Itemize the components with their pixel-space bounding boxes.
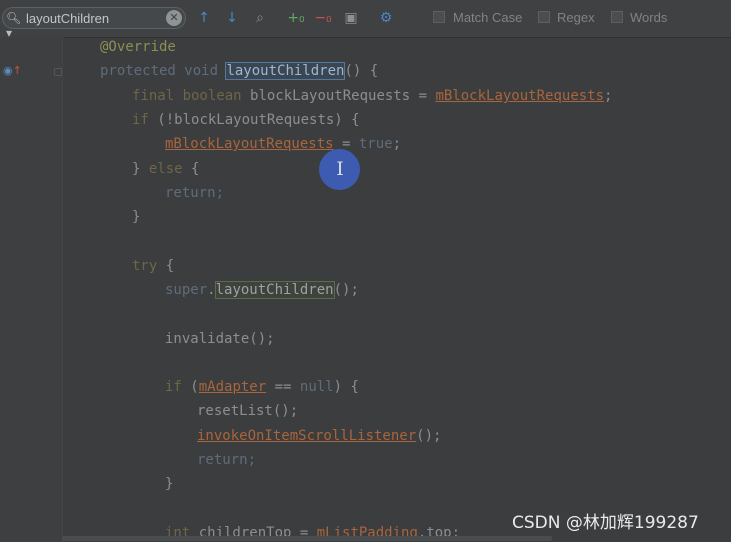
code-line: final boolean blockLayoutRequests = mBlo… (132, 88, 613, 104)
code-line: resetList(); (197, 403, 299, 419)
search-input[interactable] (26, 10, 161, 26)
arrow-down-icon[interactable]: ↓ (222, 9, 242, 27)
horizontal-scrollbar[interactable] (62, 536, 552, 541)
editor-gutter: ◉↑ (0, 37, 63, 542)
code-line: invalidate(); (165, 331, 275, 347)
search-box[interactable]: 🔍︎▾ ✕ (2, 7, 186, 40)
watermark: CSDN @林加辉199287 (512, 513, 699, 533)
code-line: if (mAdapter == null) { (165, 379, 359, 395)
clear-icon[interactable]: ✕ (166, 10, 182, 26)
code-line: super.layoutChildren(); (165, 281, 359, 299)
words-label[interactable]: Words (630, 11, 667, 25)
override-method-icon[interactable]: ◉↑ (3, 64, 22, 78)
add-occurrence-icon[interactable]: +₀ (286, 9, 306, 27)
find-in-files-icon[interactable]: ⌕ (250, 9, 270, 27)
search-match-highlight: layoutChildren (225, 62, 346, 80)
code-line: return; (165, 185, 225, 201)
words-checkbox[interactable] (611, 11, 623, 23)
code-line: @Override (100, 39, 176, 55)
gear-icon[interactable]: ⚙ (376, 9, 396, 27)
search-dropdown-icon[interactable]: 🔍︎▾ (6, 11, 26, 40)
code-line: mBlockLayoutRequests = true; (165, 136, 402, 152)
match-case-checkbox[interactable] (433, 11, 445, 23)
code-line: protected void layoutChildren() { (100, 62, 379, 80)
text-cursor-icon: I (336, 158, 344, 180)
match-case-label[interactable]: Match Case (453, 11, 522, 25)
code-line: if (!blockLayoutRequests) { (132, 112, 360, 128)
code-line: try { (132, 258, 175, 274)
regex-label[interactable]: Regex (557, 11, 595, 25)
code-line: } else { (132, 161, 200, 177)
code-editor[interactable]: @Override protected void layoutChildren(… (63, 37, 731, 542)
method-call-highlight: layoutChildren (214, 281, 335, 299)
code-line: } (165, 476, 174, 492)
select-all-occurrences-icon[interactable]: ▣ (341, 9, 361, 27)
regex-checkbox[interactable] (538, 11, 550, 23)
find-toolbar: 🔍︎▾ ✕ ↑ ↓ ⌕ +₀ −₀ ▣ ⚙ Match Case Regex W… (0, 0, 731, 40)
fold-marker[interactable] (54, 68, 62, 76)
code-line: invokeOnItemScrollListener(); (197, 428, 442, 444)
remove-occurrence-icon[interactable]: −₀ (313, 9, 333, 27)
code-line: return; (197, 452, 257, 468)
code-line: } (132, 209, 141, 225)
arrow-up-icon[interactable]: ↑ (194, 9, 214, 27)
